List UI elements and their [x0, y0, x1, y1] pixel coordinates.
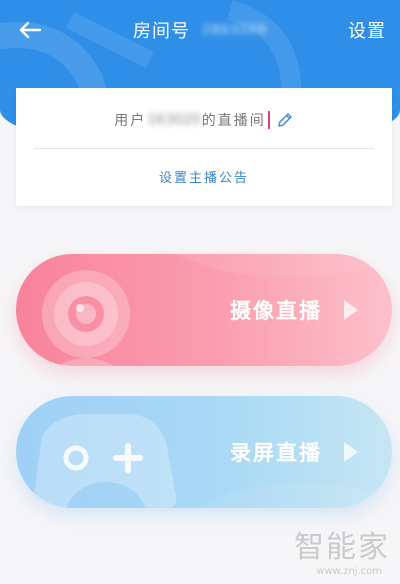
camera-live-label: 摄像直播: [230, 299, 322, 323]
card-divider: [34, 148, 374, 149]
play-triangle-icon: [344, 300, 358, 320]
room-title-label: 房间号: [133, 21, 191, 42]
settings-button[interactable]: 设置: [348, 14, 386, 46]
room-id: 2863509: [202, 22, 267, 38]
watermark: 智能家 www.znj.com: [270, 530, 390, 580]
webcam-icon: [42, 254, 392, 366]
watermark-main: 智能家: [294, 530, 390, 565]
edit-room-name-button[interactable]: [276, 111, 294, 129]
screen-live-label: 录屏直播: [230, 441, 322, 465]
watermark-url: www.znj.com: [316, 566, 382, 577]
room-info-card: 用户 163020 的直播间 设置主播公告: [16, 88, 392, 206]
room-name-field[interactable]: 用户 163020 的直播间: [16, 106, 392, 134]
set-announcement-button[interactable]: 设置主播公告: [16, 162, 392, 190]
text-caret: [267, 111, 270, 129]
play-triangle-icon: [344, 442, 358, 462]
pencil-icon: [277, 113, 292, 127]
gamepad-icon: [33, 414, 392, 508]
room-name-prefix: 用户: [114, 113, 147, 129]
screen-live-button[interactable]: 录屏直播: [16, 396, 392, 508]
room-name-suffix: 的直播间: [201, 113, 266, 129]
room-name-user: 163020: [147, 112, 201, 128]
page-title: 房间号 2863509: [0, 14, 400, 46]
camera-live-button[interactable]: 摄像直播: [16, 254, 392, 366]
